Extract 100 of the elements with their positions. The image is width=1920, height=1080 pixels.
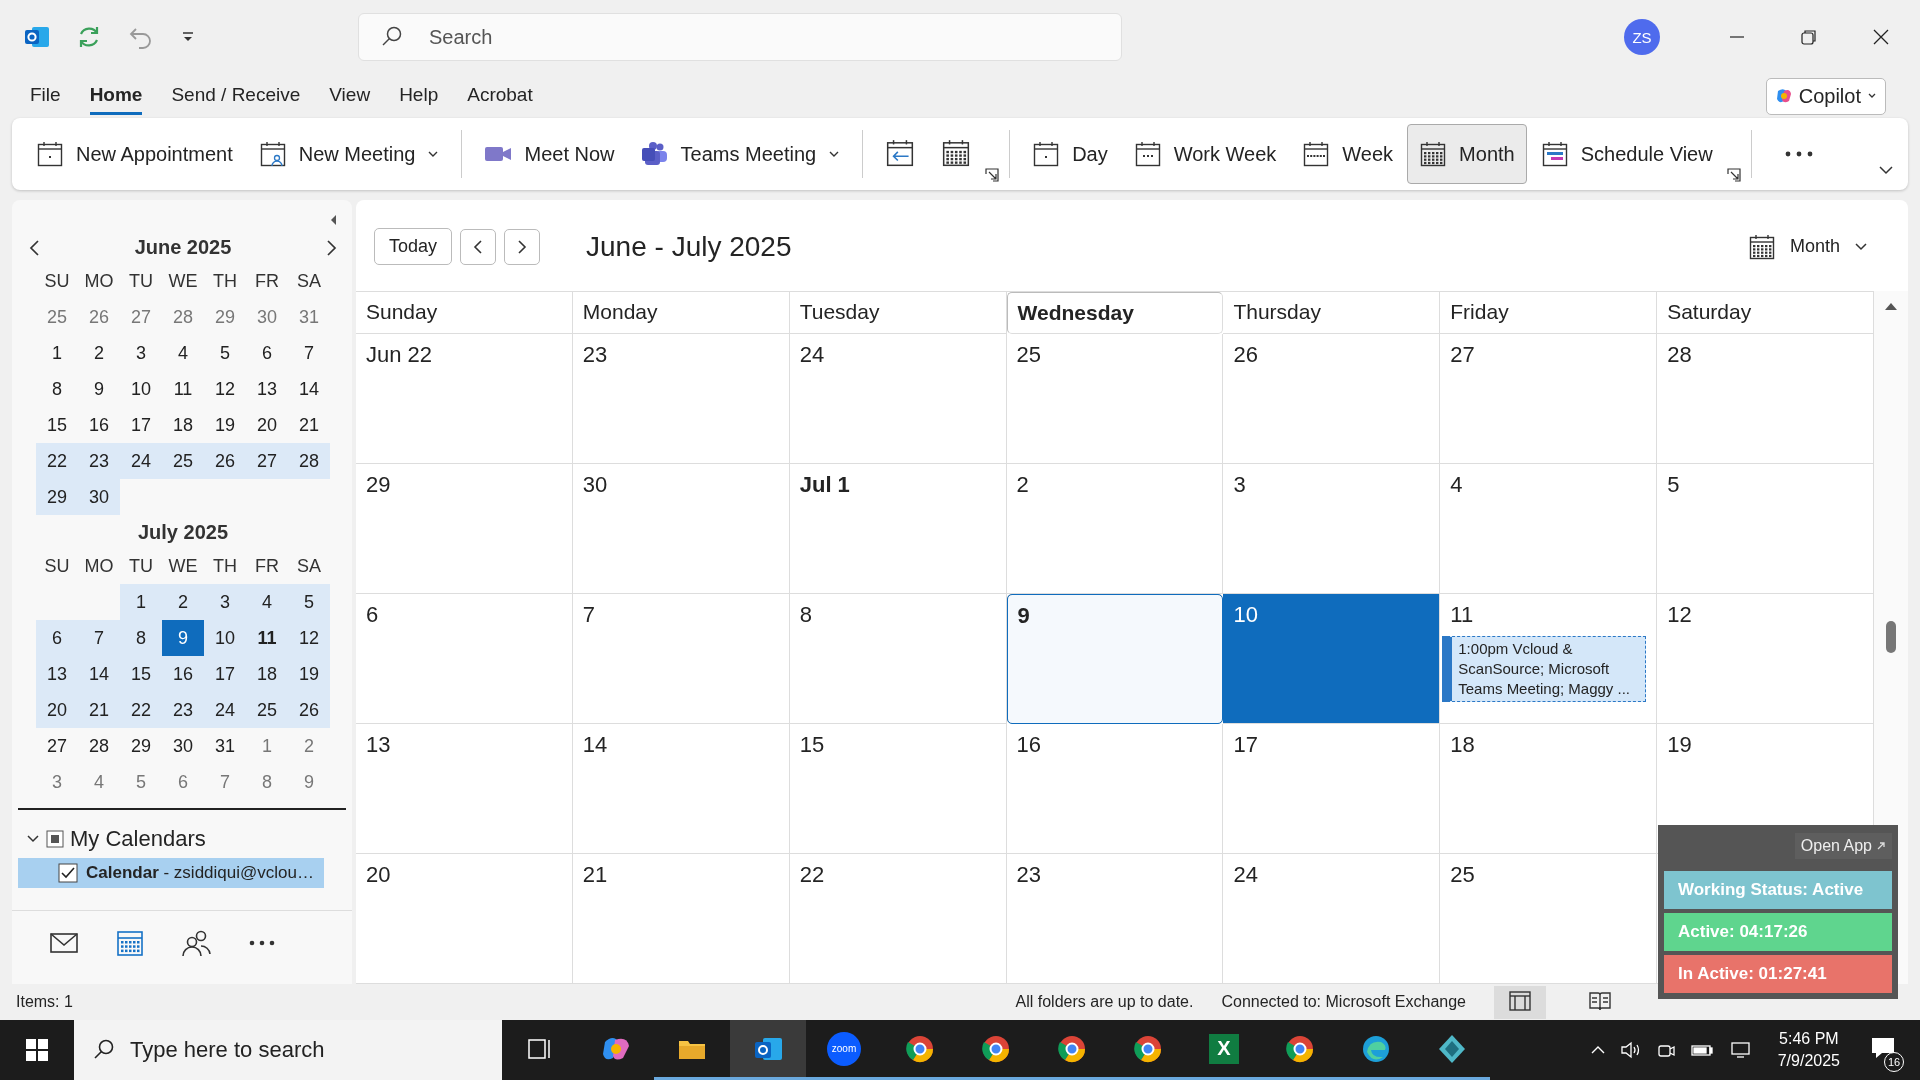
date-cell[interactable]: 30 [246, 299, 288, 335]
date-cell[interactable]: 12 [288, 620, 330, 656]
date-cell[interactable]: 8 [36, 371, 78, 407]
day-cell[interactable]: 25 [1006, 334, 1224, 464]
day-cell[interactable]: 6 [356, 594, 573, 724]
view-dropdown[interactable]: Month [1747, 232, 1868, 261]
date-cell[interactable]: 20 [246, 407, 288, 443]
ribbon-button[interactable]: Day [1020, 124, 1120, 184]
date-cell[interactable]: 7 [204, 764, 246, 800]
menu-tab[interactable]: Acrobat [467, 77, 533, 115]
date-cell[interactable]: 6 [246, 335, 288, 371]
speaker-icon[interactable] [1619, 1041, 1642, 1059]
day-cell[interactable]: 18 [1440, 724, 1658, 854]
date-cell[interactable]: 12 [204, 371, 246, 407]
mail-app-icon[interactable] [730, 1020, 806, 1080]
more-icon[interactable] [1783, 150, 1814, 158]
date-cell[interactable]: 3 [204, 584, 246, 620]
date-cell[interactable]: 30 [78, 479, 120, 515]
day-cell[interactable]: 4 [1440, 464, 1658, 594]
close-icon[interactable] [1872, 28, 1890, 46]
date-cell[interactable]: 31 [288, 299, 330, 335]
date-cell[interactable]: 29 [120, 728, 162, 764]
date-cell[interactable]: 11 [246, 620, 288, 656]
scrollbar-thumb[interactable] [1886, 621, 1896, 653]
date-cell[interactable]: 29 [204, 299, 246, 335]
date-cell[interactable]: 19 [204, 407, 246, 443]
folder-group-label[interactable]: My Calendars [70, 826, 206, 852]
calendar-event[interactable]: 1:00pm Vcloud & ScanSource; Microsoft Teams Meeting; Maggy ... [1442, 636, 1647, 702]
date-cell[interactable]: 7 [288, 335, 330, 371]
date-cell[interactable]: 26 [204, 443, 246, 479]
date-cell[interactable]: 14 [288, 371, 330, 407]
ribbon-button[interactable]: Schedule View [1528, 124, 1725, 184]
date-cell[interactable]: 25 [162, 443, 204, 479]
today-button[interactable]: Today [374, 228, 453, 265]
date-cell[interactable]: 8 [246, 764, 288, 800]
date-cell[interactable]: 17 [120, 407, 162, 443]
date-cell[interactable]: 24 [204, 692, 246, 728]
date-cell[interactable]: 16 [162, 656, 204, 692]
date-cell[interactable]: 2 [162, 584, 204, 620]
checkbox[interactable] [46, 830, 64, 848]
ribbon-button[interactable]: Work Week [1121, 124, 1289, 184]
date-cell[interactable]: 14 [78, 656, 120, 692]
date-cell[interactable]: 31 [204, 728, 246, 764]
day-cell[interactable]: 27 [1440, 334, 1658, 464]
date-cell[interactable]: 4 [162, 335, 204, 371]
ribbon-button[interactable]: Meet Now [472, 124, 627, 184]
date-cell[interactable]: 10 [204, 620, 246, 656]
day-cell[interactable]: 11 1:00pm Vcloud & ScanSource; Microsoft Teams Meeting; Maggy ... [1440, 594, 1658, 724]
date-cell[interactable]: 8 [120, 620, 162, 656]
date-cell[interactable]: 9 [78, 371, 120, 407]
day-cell[interactable]: 8 [789, 594, 1007, 724]
taskbar-search-field[interactable]: Type here to search [74, 1020, 502, 1080]
menu-tab[interactable]: Help [399, 77, 439, 115]
date-cell[interactable]: 5 [120, 764, 162, 800]
date-cell[interactable]: 25 [36, 299, 78, 335]
avatar[interactable]: ZS [1624, 19, 1660, 55]
day-cell[interactable]: 14 [572, 724, 790, 854]
checkbox[interactable] [58, 863, 78, 883]
date-cell[interactable]: 5 [288, 584, 330, 620]
date-cell[interactable]: 6 [36, 620, 78, 656]
date-cell[interactable]: 28 [162, 299, 204, 335]
ribbon-button[interactable]: Teams Meeting [628, 124, 853, 184]
day-cell[interactable]: 26 [1223, 334, 1441, 464]
restore-icon[interactable] [1800, 28, 1818, 46]
normal-view-icon[interactable] [1494, 985, 1546, 1019]
date-cell[interactable]: 22 [120, 692, 162, 728]
date-cell[interactable]: 28 [78, 728, 120, 764]
date-cell[interactable]: 1 [36, 335, 78, 371]
search-field[interactable]: Search [358, 13, 1122, 61]
date-cell[interactable]: 18 [162, 407, 204, 443]
dialog-launcher-icon[interactable] [1726, 168, 1741, 182]
date-cell[interactable]: 5 [204, 335, 246, 371]
day-cell[interactable]: 24 [789, 334, 1007, 464]
ribbon-button[interactable]: New Appointment [24, 124, 245, 184]
date-cell[interactable]: 1 [120, 584, 162, 620]
date-cell[interactable]: 16 [78, 407, 120, 443]
date-cell[interactable]: 15 [36, 407, 78, 443]
date-cell[interactable]: 13 [246, 371, 288, 407]
day-cell[interactable]: 23 [572, 334, 790, 464]
day-cell[interactable]: Jun 22 [356, 334, 573, 464]
menu-tab[interactable]: Send / Receive [171, 77, 301, 115]
menu-tab[interactable]: Home [89, 77, 143, 115]
date-cell[interactable]: 10 [120, 371, 162, 407]
date-cell[interactable]: 24 [120, 443, 162, 479]
copilot-button[interactable]: Copilot [1765, 77, 1886, 115]
date-cell[interactable]: 4 [246, 584, 288, 620]
date-cell[interactable]: 4 [78, 764, 120, 800]
date-cell[interactable]: 25 [246, 692, 288, 728]
date-cell[interactable]: 27 [120, 299, 162, 335]
date-cell[interactable]: 3 [36, 764, 78, 800]
date-cell[interactable]: 1 [246, 728, 288, 764]
next-button[interactable] [504, 228, 541, 265]
date-cell[interactable]: 2 [288, 728, 330, 764]
date-cell[interactable]: 13 [36, 656, 78, 692]
previous-button[interactable] [460, 228, 497, 265]
ribbon-button[interactable]: Week [1290, 124, 1406, 184]
date-cell[interactable]: 18 [246, 656, 288, 692]
date-cell[interactable]: 15 [120, 656, 162, 692]
chevron-right-icon[interactable] [324, 238, 338, 257]
date-cell[interactable]: 23 [78, 443, 120, 479]
